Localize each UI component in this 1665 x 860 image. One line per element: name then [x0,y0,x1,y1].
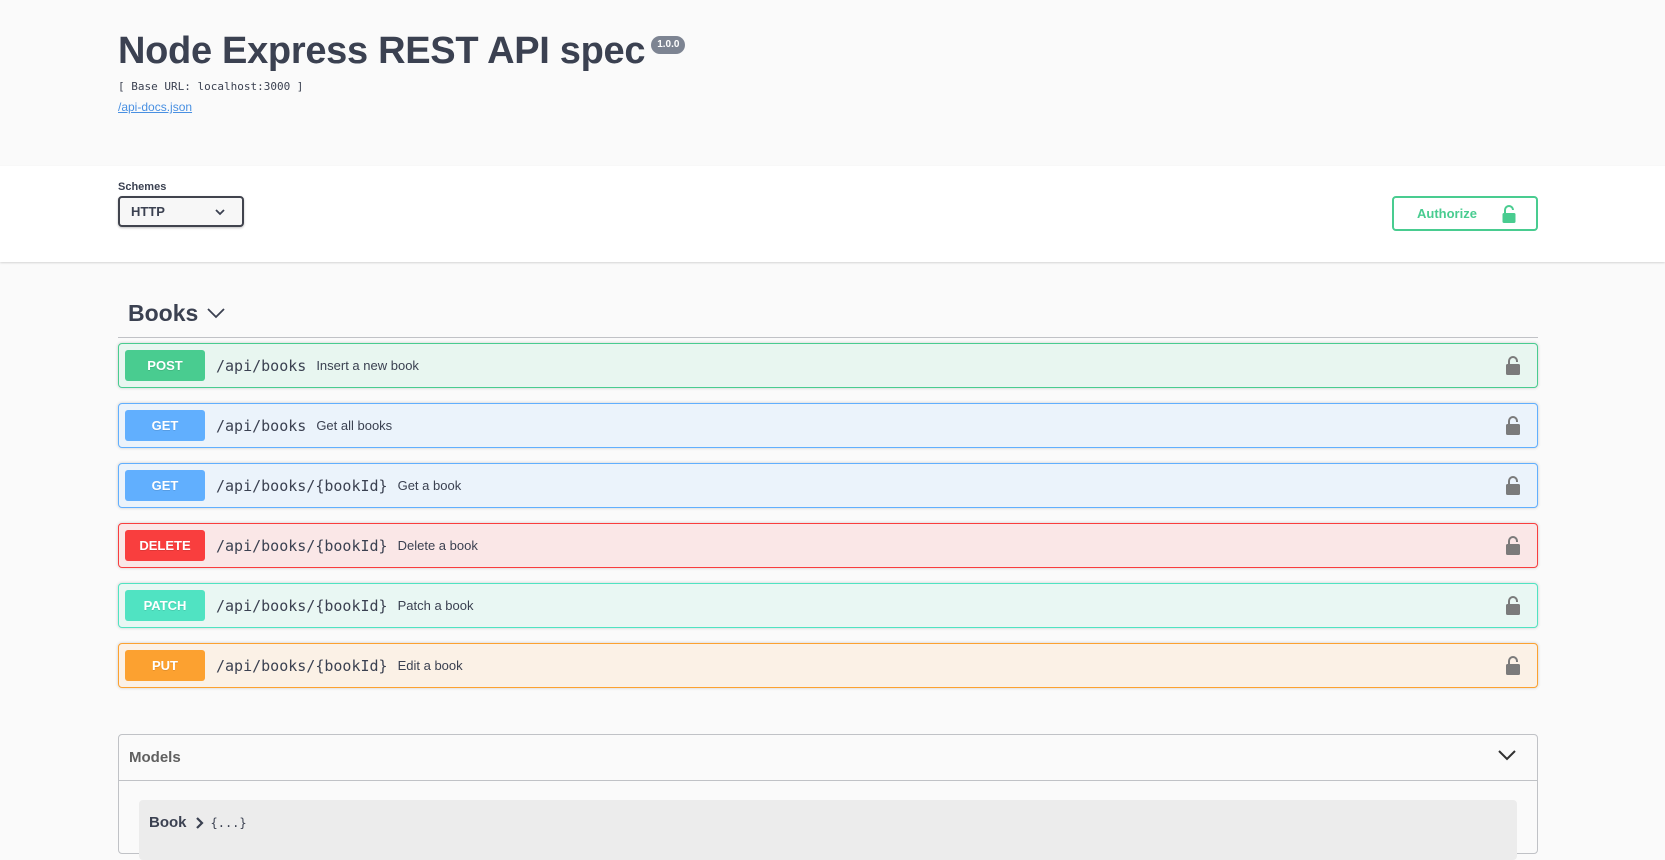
operation-delete-row[interactable]: DELETE/api/books/{bookId} Delete a book [118,523,1538,568]
operation-summary: Delete a book [397,538,478,553]
operation-patch-row[interactable]: PATCH/api/books/{bookId} Patch a book [118,583,1538,628]
tag-header-books[interactable]: Books [118,290,1538,338]
authorize-button[interactable]: Authorize [1392,196,1538,231]
lock-icon[interactable] [1505,415,1521,440]
version-badge: 1.0.0 [651,36,686,54]
method-badge: PUT [125,650,205,681]
model-collapsed-brace: {...} [210,816,247,830]
chevron-down-icon[interactable] [1497,748,1517,767]
operation-path: /api/books/{bookId} [216,536,388,555]
tag-name: Books [128,300,199,326]
model-row-book[interactable]: Book {...} [139,800,1517,860]
chevron-down-icon[interactable] [206,306,226,324]
models-title: Models [129,749,181,766]
operation-summary: Patch a book [397,598,474,613]
info-section: Node Express REST API spec 1.0.0 [ Base … [0,0,1665,166]
operation-get-row[interactable]: GET/api/books Get all books [118,403,1538,448]
method-badge: DELETE [125,530,205,561]
schemes-select[interactable]: HTTP [118,196,244,227]
schemes-label: Schemes [118,181,167,193]
operation-path: /api/books [216,356,307,375]
lock-icon[interactable] [1505,595,1521,620]
method-badge: GET [125,470,205,501]
api-title: Node Express REST API spec [118,30,646,72]
operation-path: /api/books/{bookId} [216,656,388,675]
models-header[interactable]: Models [119,735,1537,781]
method-badge: PATCH [125,590,205,621]
operation-put-row[interactable]: PUT/api/books/{bookId} Edit a book [118,643,1538,688]
page-title: Node Express REST API spec 1.0.0 [118,30,686,73]
chevron-right-icon[interactable] [195,816,205,835]
lock-icon[interactable] [1505,475,1521,500]
operation-path: /api/books [216,416,307,435]
operation-get-row[interactable]: GET/api/books/{bookId} Get a book [118,463,1538,508]
operation-summary: Edit a book [397,658,463,673]
operation-path: /api/books/{bookId} [216,596,388,615]
chevron-down-icon [214,206,226,221]
scheme-container: Schemes HTTP Authorize [0,166,1665,262]
model-name: Book [149,814,187,831]
operation-summary: Get a book [397,478,462,493]
authorize-label: Authorize [1417,206,1477,221]
lock-icon[interactable] [1505,655,1521,680]
operation-summary: Get all books [316,418,393,433]
lock-icon[interactable] [1505,535,1521,560]
lock-icon [1502,205,1516,226]
schemes-selected-value: HTTP [131,204,165,219]
api-docs-link[interactable]: /api-docs.json [118,100,192,114]
operation-path: /api/books/{bookId} [216,476,388,495]
lock-icon[interactable] [1505,355,1521,380]
base-url: [ Base URL: localhost:3000 ] [118,80,304,93]
method-badge: POST [125,350,205,381]
operation-post-row[interactable]: POST/api/books Insert a new book [118,343,1538,388]
operation-summary: Insert a new book [316,358,419,373]
models-section: Models Book {...} [118,734,1538,860]
method-badge: GET [125,410,205,441]
